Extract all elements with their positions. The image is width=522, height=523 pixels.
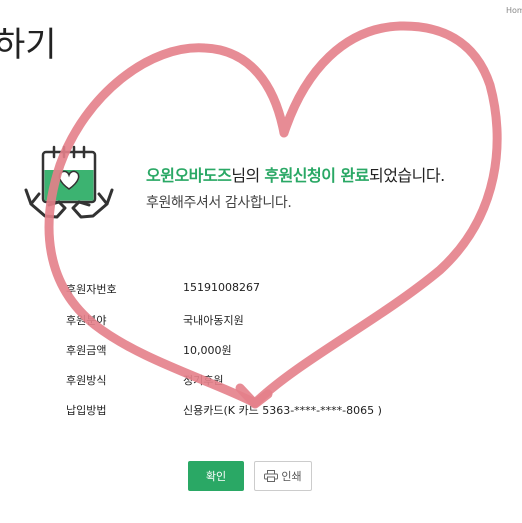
detail-value: 신용카드(K 카드 5363-****-****-8065 ) bbox=[183, 404, 382, 417]
detail-row-payment-method: 납입방법 신용카드(K 카드 5363-****-****-8065 ) bbox=[66, 402, 486, 422]
message-particle: 님의 bbox=[231, 166, 265, 185]
detail-row-donation-type: 후원방식 정기후원 bbox=[66, 372, 486, 392]
confirm-button[interactable]: 확인 bbox=[188, 461, 244, 491]
completion-message: 오윈오바도즈님의 후원신청이 완료되었습니다. bbox=[146, 162, 445, 186]
detail-label: 후원분야 bbox=[66, 314, 107, 327]
printer-icon bbox=[264, 470, 279, 482]
detail-label: 후원자번호 bbox=[66, 283, 117, 296]
home-link[interactable]: Hom bbox=[506, 6, 522, 15]
detail-row-donation-amount: 후원금액 10,000원 bbox=[66, 342, 486, 362]
detail-value: 10,000원 bbox=[183, 344, 232, 357]
detail-value: 정기후원 bbox=[183, 374, 224, 387]
donor-name: 오윈오바도즈 bbox=[146, 166, 232, 185]
detail-value: 15191008267 bbox=[183, 281, 260, 294]
detail-label: 후원방식 bbox=[66, 374, 107, 387]
message-suffix: 되었습니다. bbox=[368, 166, 445, 185]
detail-row-donation-field: 후원분야 국내아동지원 bbox=[66, 312, 486, 332]
print-button-label: 인쇄 bbox=[281, 470, 302, 483]
detail-label: 후원금액 bbox=[66, 344, 107, 357]
detail-row-donor-number: 후원자번호 15191008267 bbox=[66, 281, 486, 301]
print-button[interactable]: 인쇄 bbox=[254, 461, 312, 491]
hand-drawn-heart-overlay bbox=[44, 21, 502, 409]
detail-value: 국내아동지원 bbox=[183, 314, 244, 327]
thank-you-text: 후원해주셔서 감사합니다. bbox=[146, 195, 292, 211]
detail-label: 납입방법 bbox=[66, 404, 107, 417]
calendar-heart-hands-icon bbox=[23, 142, 115, 234]
completion-highlight: 후원신청이 완료 bbox=[264, 166, 369, 185]
page-title: 하기 bbox=[0, 25, 57, 65]
